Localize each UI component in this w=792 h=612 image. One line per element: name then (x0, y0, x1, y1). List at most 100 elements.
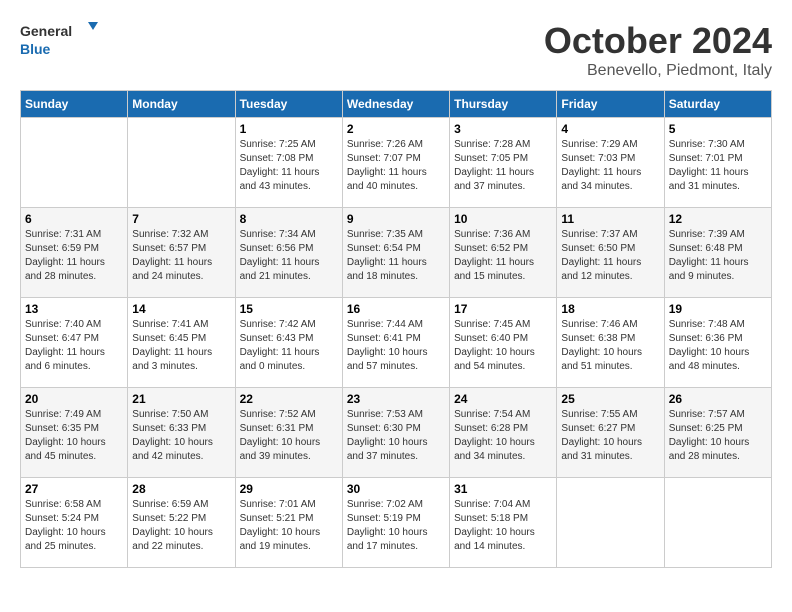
svg-text:General: General (20, 23, 72, 39)
day-info: Sunrise: 7:35 AMSunset: 6:54 PMDaylight:… (347, 228, 445, 284)
header: General Blue October 2024 Benevello, Pie… (20, 20, 772, 80)
day-cell: 17 Sunrise: 7:45 AMSunset: 6:40 PMDayligh… (450, 298, 557, 388)
calendar-body: 1 Sunrise: 7:25 AMSunset: 7:08 PMDaylight… (21, 118, 772, 568)
day-info: Sunrise: 7:48 AMSunset: 6:36 PMDaylight:… (669, 318, 767, 374)
day-number: 30 (347, 482, 445, 496)
header-day-wednesday: Wednesday (342, 91, 449, 118)
day-info: Sunrise: 7:36 AMSunset: 6:52 PMDaylight:… (454, 228, 552, 284)
day-number: 19 (669, 302, 767, 316)
day-info: Sunrise: 6:59 AMSunset: 5:22 PMDaylight:… (132, 498, 230, 554)
day-cell: 26Sunrise: 7:57 AMSunset: 6:25 PMDayligh… (664, 388, 771, 478)
header-day-friday: Friday (557, 91, 664, 118)
day-cell: 27 Sunrise: 6:58 AMSunset: 5:24 PMDayligh… (21, 478, 128, 568)
day-cell: 25 Sunrise: 7:55 AMSunset: 6:27 PMDayligh… (557, 388, 664, 478)
day-cell: 16 Sunrise: 7:44 AMSunset: 6:41 PMDayligh… (342, 298, 449, 388)
month-title: October 2024 (544, 20, 772, 62)
week-row-5: 27 Sunrise: 6:58 AMSunset: 5:24 PMDayligh… (21, 478, 772, 568)
day-info: Sunrise: 7:40 AMSunset: 6:47 PMDaylight:… (25, 318, 123, 374)
day-info: Sunrise: 7:04 AMSunset: 5:18 PMDaylight:… (454, 498, 552, 554)
day-number: 15 (240, 302, 338, 316)
day-number: 13 (25, 302, 123, 316)
day-info: Sunrise: 7:28 AMSunset: 7:05 PMDaylight:… (454, 138, 552, 194)
day-number: 1 (240, 122, 338, 136)
day-info: Sunrise: 7:32 AMSunset: 6:57 PMDaylight:… (132, 228, 230, 284)
day-cell (128, 118, 235, 208)
day-info: Sunrise: 7:52 AMSunset: 6:31 PMDaylight:… (240, 408, 338, 464)
day-number: 20 (25, 392, 123, 406)
day-number: 29 (240, 482, 338, 496)
day-cell: 23Sunrise: 7:53 AMSunset: 6:30 PMDayligh… (342, 388, 449, 478)
day-cell: 4 Sunrise: 7:29 AMSunset: 7:03 PMDaylight… (557, 118, 664, 208)
day-cell: 3 Sunrise: 7:28 AMSunset: 7:05 PMDaylight… (450, 118, 557, 208)
calendar-table: SundayMondayTuesdayWednesdayThursdayFrid… (20, 90, 772, 568)
svg-text:Blue: Blue (20, 41, 51, 57)
day-cell: 18 Sunrise: 7:46 AMSunset: 6:38 PMDayligh… (557, 298, 664, 388)
day-info: Sunrise: 7:31 AMSunset: 6:59 PMDaylight:… (25, 228, 123, 284)
day-info: Sunrise: 7:42 AMSunset: 6:43 PMDaylight:… (240, 318, 338, 374)
day-number: 8 (240, 212, 338, 226)
day-number: 27 (25, 482, 123, 496)
week-row-1: 1 Sunrise: 7:25 AMSunset: 7:08 PMDaylight… (21, 118, 772, 208)
day-number: 6 (25, 212, 123, 226)
day-number: 17 (454, 302, 552, 316)
day-info: Sunrise: 7:02 AMSunset: 5:19 PMDaylight:… (347, 498, 445, 554)
day-info: Sunrise: 7:30 AMSunset: 7:01 PMDaylight:… (669, 138, 767, 194)
day-info: Sunrise: 7:41 AMSunset: 6:45 PMDaylight:… (132, 318, 230, 374)
day-number: 12 (669, 212, 767, 226)
day-info: Sunrise: 7:29 AMSunset: 7:03 PMDaylight:… (561, 138, 659, 194)
location-subtitle: Benevello, Piedmont, Italy (544, 62, 772, 80)
day-number: 28 (132, 482, 230, 496)
day-cell: 28 Sunrise: 6:59 AMSunset: 5:22 PMDayligh… (128, 478, 235, 568)
day-cell: 10Sunrise: 7:36 AMSunset: 6:52 PMDayligh… (450, 208, 557, 298)
logo-graphic: General Blue (20, 20, 100, 60)
week-row-3: 13 Sunrise: 7:40 AMSunset: 6:47 PMDayligh… (21, 298, 772, 388)
day-info: Sunrise: 7:44 AMSunset: 6:41 PMDaylight:… (347, 318, 445, 374)
day-cell: 5Sunrise: 7:30 AMSunset: 7:01 PMDaylight… (664, 118, 771, 208)
day-cell: 8 Sunrise: 7:34 AMSunset: 6:56 PMDaylight… (235, 208, 342, 298)
day-cell: 1 Sunrise: 7:25 AMSunset: 7:08 PMDaylight… (235, 118, 342, 208)
day-info: Sunrise: 7:45 AMSunset: 6:40 PMDaylight:… (454, 318, 552, 374)
day-number: 4 (561, 122, 659, 136)
day-number: 18 (561, 302, 659, 316)
header-row: SundayMondayTuesdayWednesdayThursdayFrid… (21, 91, 772, 118)
day-number: 16 (347, 302, 445, 316)
day-info: Sunrise: 7:25 AMSunset: 7:08 PMDaylight:… (240, 138, 338, 194)
day-info: Sunrise: 7:57 AMSunset: 6:25 PMDaylight:… (669, 408, 767, 464)
day-cell: 2Sunrise: 7:26 AMSunset: 7:07 PMDaylight… (342, 118, 449, 208)
day-info: Sunrise: 7:34 AMSunset: 6:56 PMDaylight:… (240, 228, 338, 284)
day-number: 24 (454, 392, 552, 406)
day-cell: 12Sunrise: 7:39 AMSunset: 6:48 PMDayligh… (664, 208, 771, 298)
week-row-2: 6 Sunrise: 7:31 AMSunset: 6:59 PMDaylight… (21, 208, 772, 298)
day-info: Sunrise: 7:46 AMSunset: 6:38 PMDaylight:… (561, 318, 659, 374)
day-cell: 15 Sunrise: 7:42 AMSunset: 6:43 PMDayligh… (235, 298, 342, 388)
day-info: Sunrise: 7:49 AMSunset: 6:35 PMDaylight:… (25, 408, 123, 464)
day-cell: 7 Sunrise: 7:32 AMSunset: 6:57 PMDaylight… (128, 208, 235, 298)
day-info: Sunrise: 7:01 AMSunset: 5:21 PMDaylight:… (240, 498, 338, 554)
day-cell: 13 Sunrise: 7:40 AMSunset: 6:47 PMDayligh… (21, 298, 128, 388)
day-number: 14 (132, 302, 230, 316)
day-info: Sunrise: 7:55 AMSunset: 6:27 PMDaylight:… (561, 408, 659, 464)
logo: General Blue (20, 20, 100, 60)
day-number: 23 (347, 392, 445, 406)
day-cell: 19 Sunrise: 7:48 AMSunset: 6:36 PMDayligh… (664, 298, 771, 388)
day-cell: 6 Sunrise: 7:31 AMSunset: 6:59 PMDaylight… (21, 208, 128, 298)
day-cell (557, 478, 664, 568)
day-number: 22 (240, 392, 338, 406)
day-cell: 29 Sunrise: 7:01 AMSunset: 5:21 PMDayligh… (235, 478, 342, 568)
day-cell (664, 478, 771, 568)
day-number: 3 (454, 122, 552, 136)
week-row-4: 20 Sunrise: 7:49 AMSunset: 6:35 PMDayligh… (21, 388, 772, 478)
header-day-monday: Monday (128, 91, 235, 118)
day-cell: 21Sunrise: 7:50 AMSunset: 6:33 PMDayligh… (128, 388, 235, 478)
day-info: Sunrise: 6:58 AMSunset: 5:24 PMDaylight:… (25, 498, 123, 554)
day-cell: 31Sunrise: 7:04 AMSunset: 5:18 PMDayligh… (450, 478, 557, 568)
day-number: 7 (132, 212, 230, 226)
day-number: 25 (561, 392, 659, 406)
day-info: Sunrise: 7:50 AMSunset: 6:33 PMDaylight:… (132, 408, 230, 464)
day-cell: 22 Sunrise: 7:52 AMSunset: 6:31 PMDayligh… (235, 388, 342, 478)
day-cell (21, 118, 128, 208)
header-day-thursday: Thursday (450, 91, 557, 118)
day-number: 2 (347, 122, 445, 136)
header-day-saturday: Saturday (664, 91, 771, 118)
day-cell: 11Sunrise: 7:37 AMSunset: 6:50 PMDayligh… (557, 208, 664, 298)
